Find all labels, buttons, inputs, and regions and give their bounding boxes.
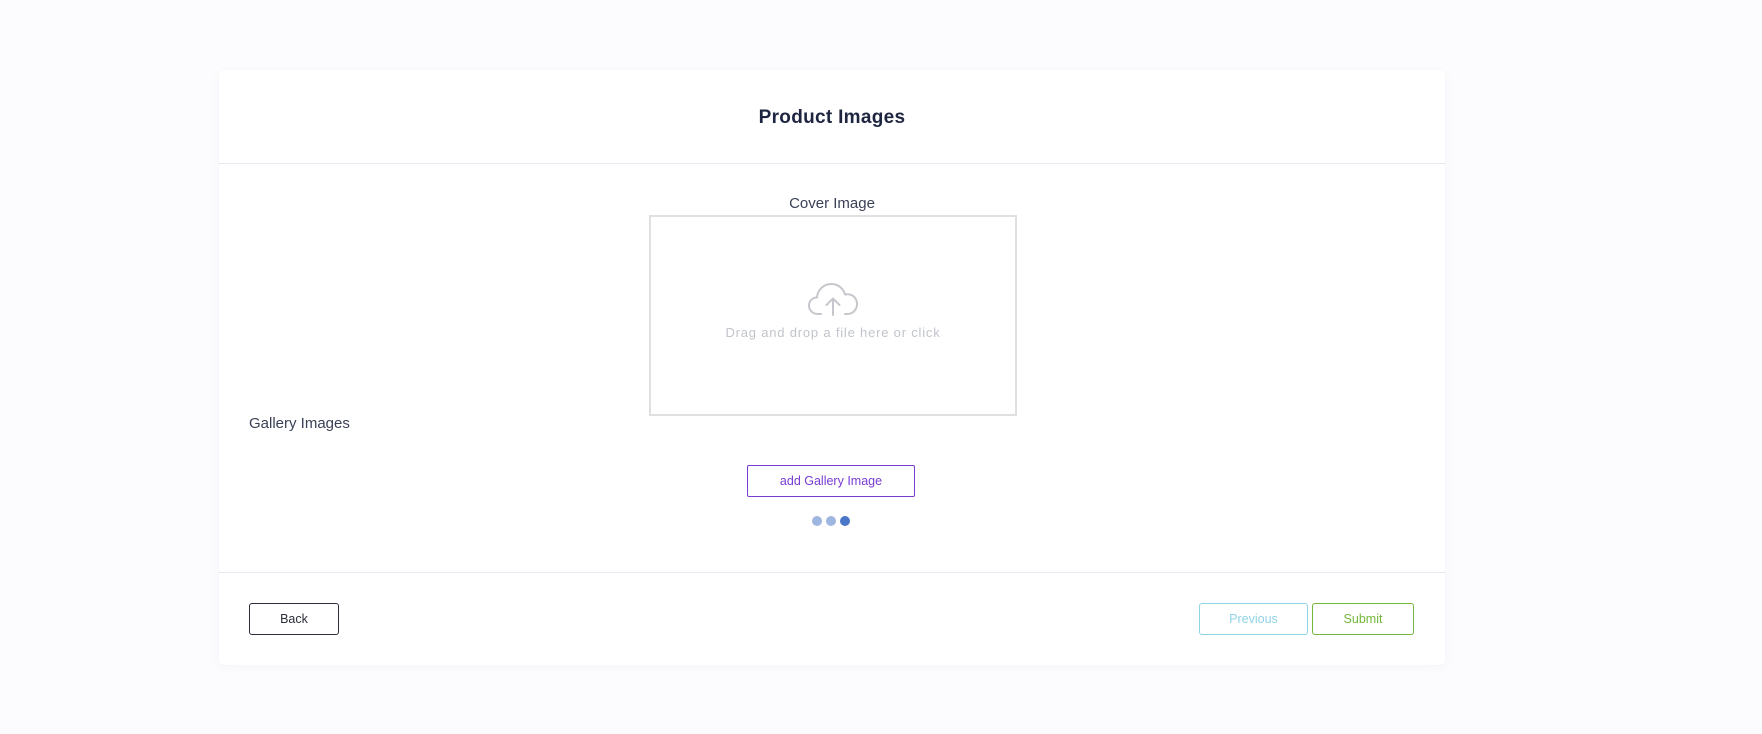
- cloud-upload-icon: [808, 283, 858, 316]
- loading-indicator: [812, 516, 850, 526]
- product-images-card: Product Images Cover Image Drag and drop…: [219, 70, 1445, 665]
- loader-dot-active: [840, 516, 850, 526]
- dropzone-instructions: Drag and drop a file here or click: [725, 325, 941, 340]
- back-button[interactable]: Back: [249, 603, 339, 635]
- card-body: Cover Image Drag and drop a file here or…: [219, 164, 1445, 573]
- gallery-images-label: Gallery Images: [249, 415, 350, 432]
- add-gallery-image-button[interactable]: add Gallery Image: [747, 465, 915, 497]
- cover-image-label: Cover Image: [789, 195, 875, 212]
- cover-image-dropzone[interactable]: Drag and drop a file here or click: [649, 215, 1017, 416]
- submit-button[interactable]: Submit: [1312, 603, 1414, 635]
- page-title: Product Images: [758, 106, 906, 128]
- card-footer: Back Previous Submit: [219, 573, 1445, 665]
- loader-dot: [812, 516, 822, 526]
- previous-button[interactable]: Previous: [1199, 603, 1308, 635]
- loader-dot: [826, 516, 836, 526]
- card-header: Product Images: [219, 70, 1445, 164]
